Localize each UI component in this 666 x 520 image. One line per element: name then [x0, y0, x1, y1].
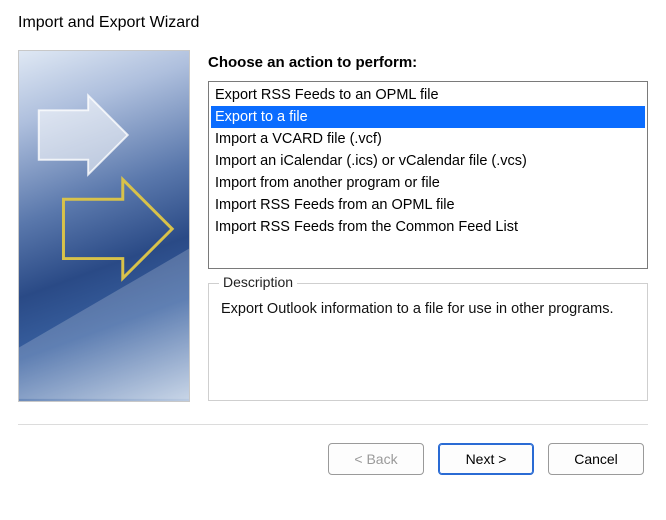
wizard-sidebar-image — [18, 50, 190, 402]
right-pane: Choose an action to perform: Export RSS … — [208, 50, 648, 402]
action-list-item[interactable]: Export RSS Feeds to an OPML file — [211, 84, 645, 106]
action-list-item[interactable]: Import RSS Feeds from an OPML file — [211, 194, 645, 216]
arrows-graphic-icon — [19, 51, 189, 399]
description-group: Description Export Outlook information t… — [208, 283, 648, 401]
action-list-item[interactable]: Import an iCalendar (.ics) or vCalendar … — [211, 150, 645, 172]
action-list-item[interactable]: Import from another program or file — [211, 172, 645, 194]
cancel-button[interactable]: Cancel — [548, 443, 644, 475]
action-listbox[interactable]: Export RSS Feeds to an OPML fileExport t… — [208, 81, 648, 269]
back-button[interactable]: < Back — [328, 443, 424, 475]
window-title: Import and Export Wizard — [18, 14, 648, 32]
wizard-window: Import and Export Wizard Choose an actio… — [0, 0, 666, 493]
button-row: < Back Next > Cancel — [18, 443, 648, 475]
action-prompt-label: Choose an action to perform: — [208, 54, 648, 71]
action-list-item[interactable]: Import RSS Feeds from the Common Feed Li… — [211, 216, 645, 238]
next-button[interactable]: Next > — [438, 443, 534, 475]
action-list-item[interactable]: Import a VCARD file (.vcf) — [211, 128, 645, 150]
action-list-item[interactable]: Export to a file — [211, 106, 645, 128]
divider — [18, 424, 648, 425]
description-text: Export Outlook information to a file for… — [221, 298, 635, 320]
description-legend: Description — [219, 274, 297, 290]
content-area: Choose an action to perform: Export RSS … — [18, 50, 648, 402]
